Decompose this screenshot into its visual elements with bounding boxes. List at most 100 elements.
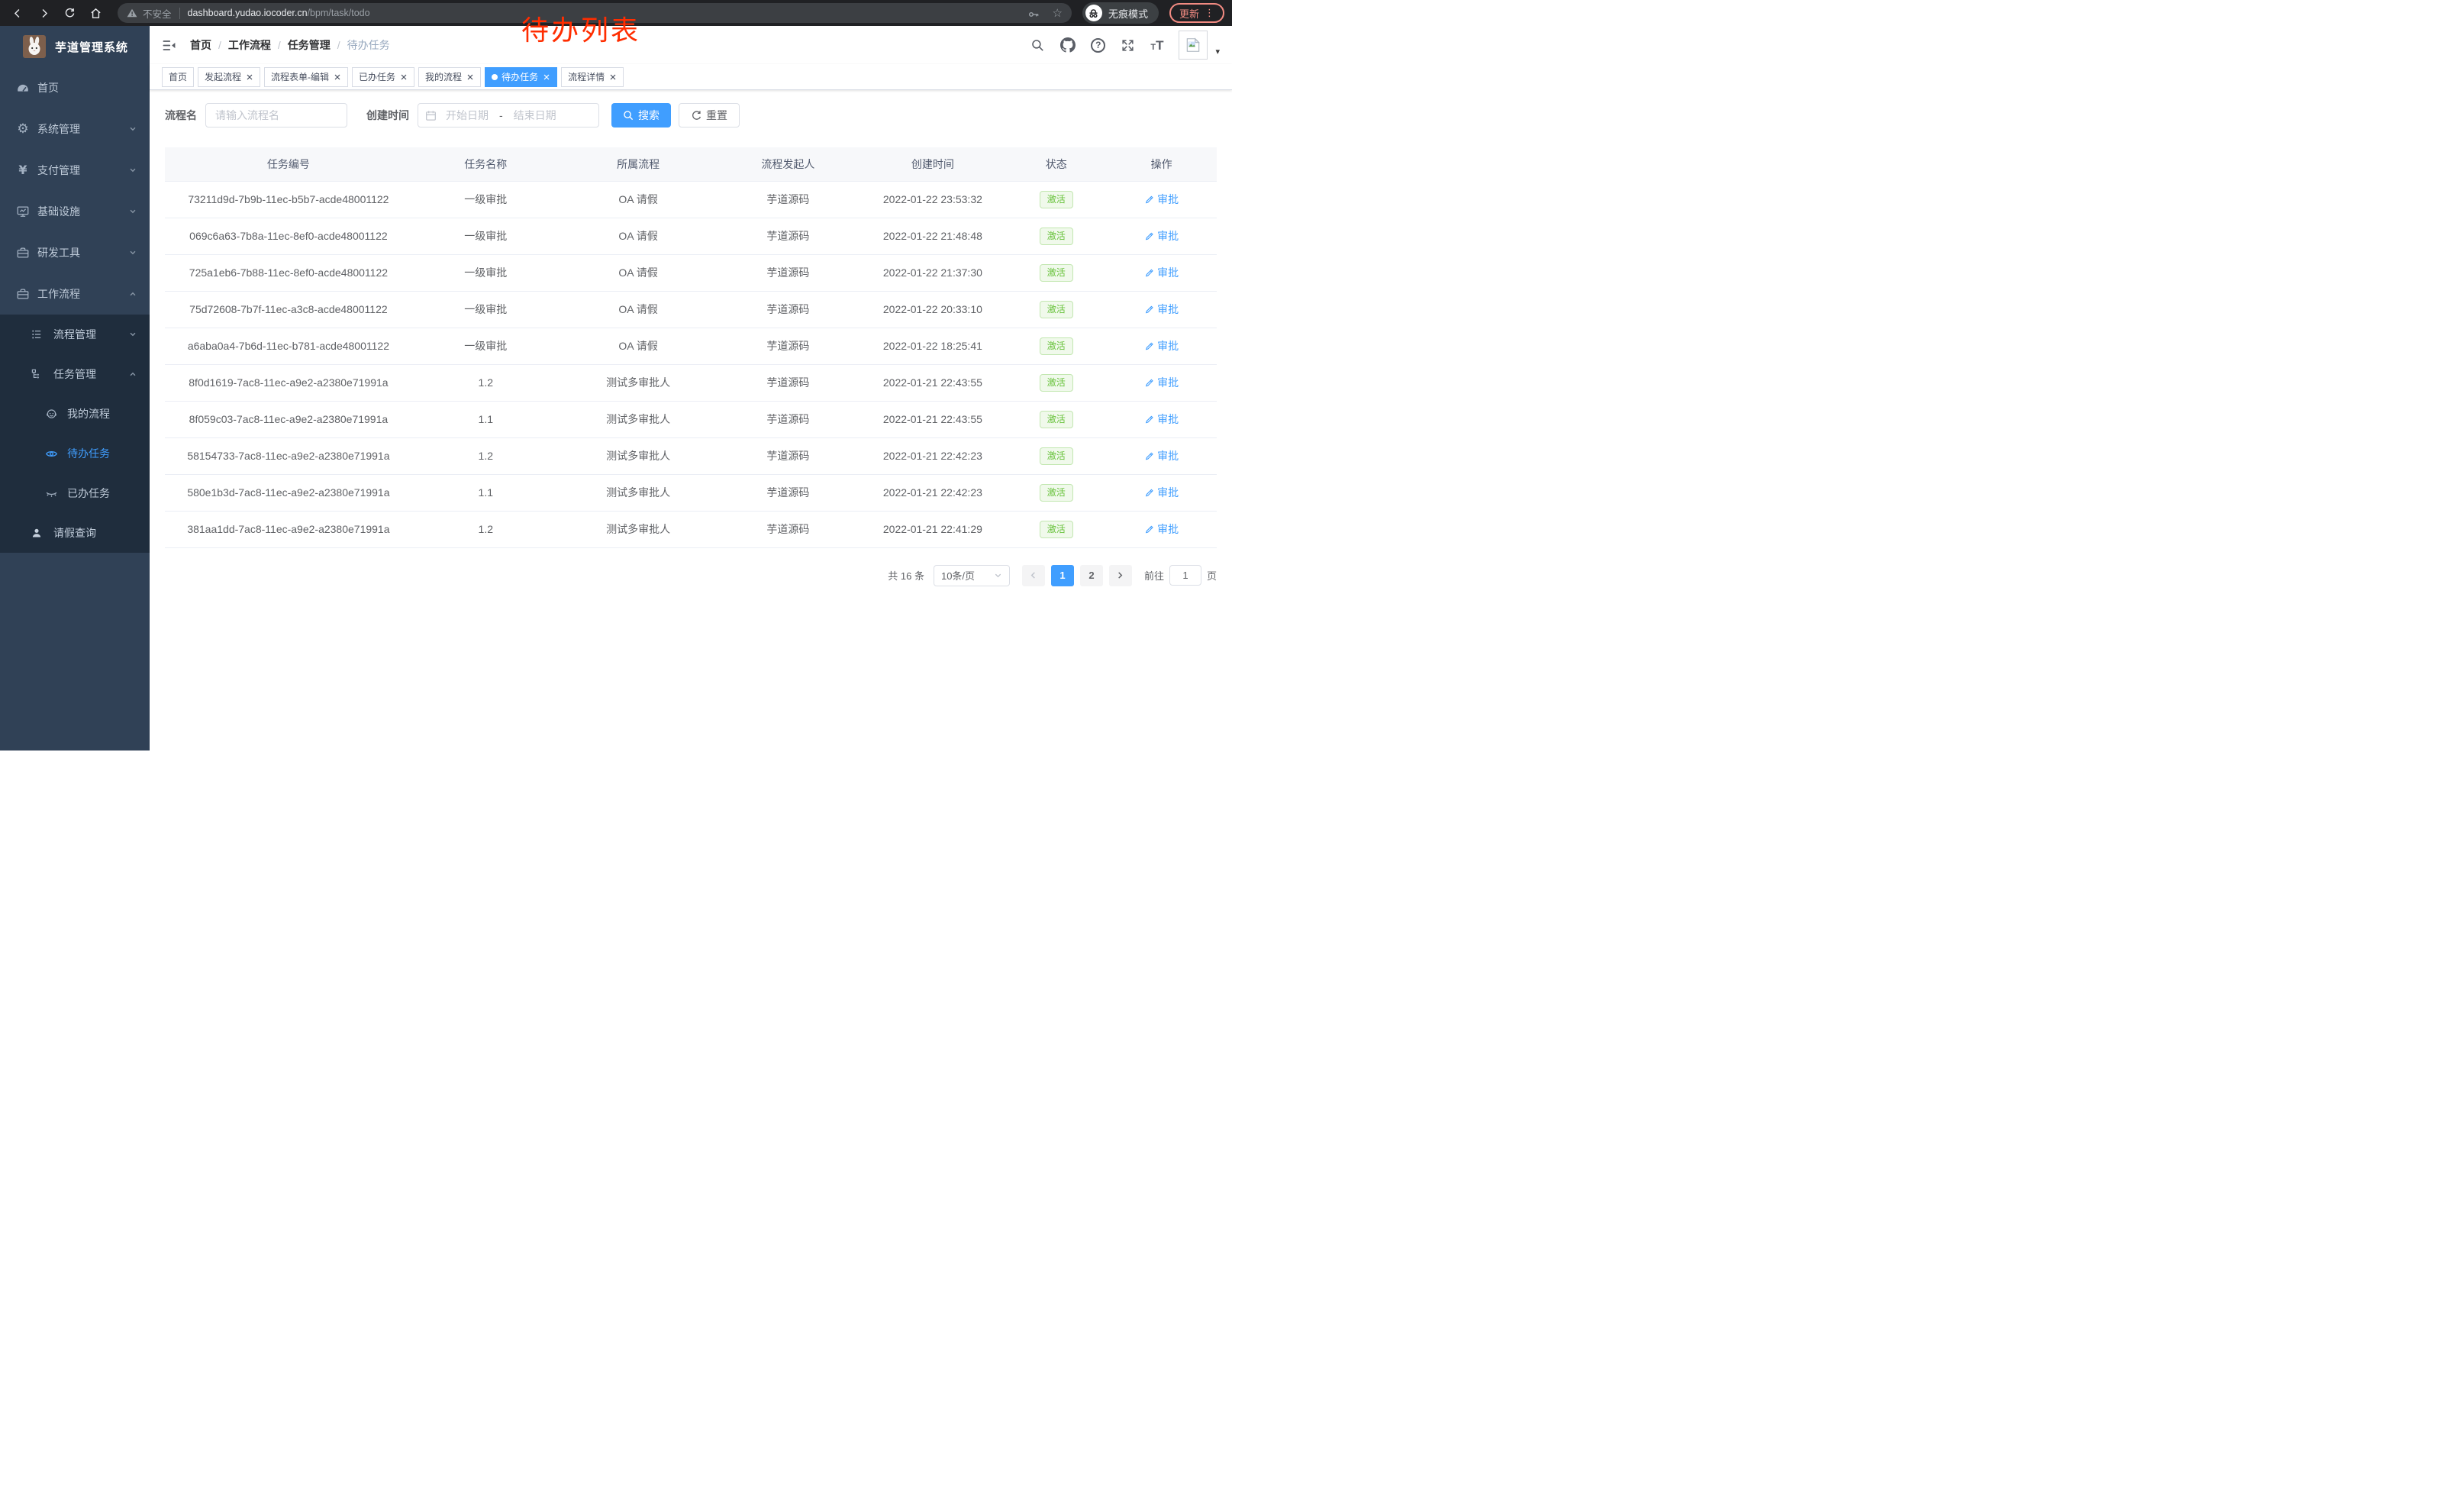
sidebar-item-done-tasks[interactable]: 已办任务 (0, 473, 150, 513)
browser-reload-button[interactable] (60, 3, 79, 23)
tab-close-icon[interactable] (466, 73, 474, 81)
workflow-submenu: 流程管理 任务管理 我的流程 (0, 315, 150, 553)
help-icon[interactable]: ? (1091, 38, 1105, 53)
tab-start-process[interactable]: 发起流程 (198, 67, 260, 87)
font-size-button[interactable]: TT (1150, 39, 1163, 52)
tab-close-icon[interactable] (609, 73, 617, 81)
sidebar-item-my-process[interactable]: 我的流程 (0, 394, 150, 434)
breadcrumb-task-mgmt[interactable]: 任务管理 (288, 37, 331, 53)
tab-close-icon[interactable] (334, 73, 341, 81)
cell-created: 2022-01-22 21:37:30 (859, 254, 1006, 291)
sidebar-item-pay[interactable]: ¥ 支付管理 (0, 150, 150, 191)
people-icon (44, 408, 59, 421)
date-range-picker[interactable]: - (418, 103, 599, 128)
sidebar-item-infra[interactable]: 基础设施 (0, 191, 150, 232)
breadcrumb-workflow[interactable]: 工作流程 (228, 37, 271, 53)
tab-close-icon[interactable] (400, 73, 408, 81)
sidebar-item-label: 待办任务 (67, 446, 137, 461)
status-badge: 激活 (1040, 301, 1073, 318)
tab-close-icon[interactable] (543, 73, 550, 81)
tab-home[interactable]: 首页 (162, 67, 194, 87)
sidebar-item-todo-tasks[interactable]: 待办任务 (0, 434, 150, 473)
cell-created: 2022-01-22 18:25:41 (859, 328, 1006, 364)
tab-my-process[interactable]: 我的流程 (418, 67, 481, 87)
search-button[interactable]: 搜索 (611, 103, 671, 128)
tab-close-icon[interactable] (246, 73, 253, 81)
browser-menu-icon[interactable]: ⋮ (1205, 8, 1214, 19)
sidebar-item-label: 流程管理 (53, 327, 128, 342)
pen-icon (1144, 305, 1154, 315)
table-row: a6aba0a4-7b6d-11ec-b781-acde48001122 一级审… (165, 328, 1217, 364)
cell-starter: 芋道源码 (717, 474, 859, 511)
avatar-caret-icon[interactable]: ▾ (1215, 47, 1220, 60)
approve-link[interactable]: 审批 (1144, 302, 1179, 317)
header-search-button[interactable] (1030, 38, 1045, 53)
approve-link[interactable]: 审批 (1144, 375, 1179, 390)
breadcrumb-home[interactable]: 首页 (190, 37, 211, 53)
process-name-input[interactable] (205, 103, 347, 128)
approve-link[interactable]: 审批 (1144, 412, 1179, 427)
sidebar-item-label: 我的流程 (67, 406, 137, 421)
next-page-button[interactable] (1109, 565, 1132, 586)
reset-button-label: 重置 (706, 108, 727, 123)
prev-page-button[interactable] (1022, 565, 1045, 586)
sidebar-item-process-mgmt[interactable]: 流程管理 (0, 315, 150, 354)
start-date-input[interactable] (437, 109, 498, 121)
sidebar-item-devtools[interactable]: 研发工具 (0, 232, 150, 273)
browser-forward-button[interactable] (34, 3, 53, 23)
sidebar-item-home[interactable]: 首页 (0, 67, 150, 108)
calendar-icon (425, 110, 437, 121)
tab-process-detail[interactable]: 流程详情 (561, 67, 624, 87)
goto-page-input[interactable] (1169, 565, 1201, 586)
cell-task-name: 1.1 (412, 401, 560, 437)
tags-bar: 首页 发起流程 流程表单-编辑 已办任务 我的流程 待办任务 流程详情 (150, 64, 1232, 90)
cell-process: OA 请假 (560, 218, 718, 254)
page-button-1[interactable]: 1 (1051, 565, 1074, 586)
bookmark-star-icon[interactable]: ☆ (1053, 6, 1063, 20)
approve-link[interactable]: 审批 (1144, 228, 1179, 244)
font-size-large-glyph: T (1156, 39, 1163, 52)
tab-form-edit[interactable]: 流程表单-编辑 (264, 67, 348, 87)
sidebar-item-system[interactable]: ⚙ 系统管理 (0, 108, 150, 150)
tab-done-tasks[interactable]: 已办任务 (352, 67, 414, 87)
cell-task-name: 1.2 (412, 364, 560, 401)
filter-bar: 流程名 创建时间 - 搜索 重置 (165, 103, 1217, 128)
approve-label: 审批 (1157, 265, 1179, 280)
status-badge: 激活 (1040, 337, 1073, 355)
chevron-down-icon (128, 207, 137, 216)
pen-icon (1144, 488, 1154, 498)
header-github-button[interactable] (1060, 37, 1076, 53)
approve-link[interactable]: 审批 (1144, 448, 1179, 463)
page-button-2[interactable]: 2 (1080, 565, 1103, 586)
password-key-icon[interactable] (1027, 7, 1040, 20)
approve-link[interactable]: 审批 (1144, 192, 1179, 207)
sidebar-item-workflow[interactable]: 工作流程 (0, 273, 150, 315)
sidebar-item-task-mgmt[interactable]: 任务管理 (0, 354, 150, 394)
avatar[interactable] (1179, 31, 1208, 60)
tab-todo-tasks[interactable]: 待办任务 (485, 67, 557, 87)
sidebar-item-leave-query[interactable]: 请假查询 (0, 513, 150, 553)
reset-button[interactable]: 重置 (679, 103, 740, 128)
url-bar[interactable]: 不安全 dashboard.yudao.iocoder.cn/bpm/task/… (118, 3, 1072, 23)
sidebar-collapse-button[interactable] (162, 38, 176, 53)
sidebar: 芋道管理系统 首页 ⚙ 系统管理 ¥ 支付管理 (0, 26, 150, 750)
approve-link[interactable]: 审批 (1144, 338, 1179, 353)
pen-icon (1144, 525, 1154, 534)
forward-icon (37, 7, 50, 20)
yen-icon: ¥ (15, 164, 31, 176)
browser-update-button[interactable]: 更新 ⋮ (1169, 3, 1224, 23)
approve-link[interactable]: 审批 (1144, 485, 1179, 500)
browser-back-button[interactable] (8, 3, 27, 23)
approve-link[interactable]: 审批 (1144, 521, 1179, 537)
process-name-label: 流程名 (165, 108, 197, 123)
url-path: /bpm/task/todo (308, 8, 370, 18)
fullscreen-button[interactable] (1121, 38, 1135, 53)
app-logo-row[interactable]: 芋道管理系统 (0, 26, 150, 67)
browser-home-button[interactable] (85, 3, 105, 23)
page-size-select[interactable]: 10条/页 (934, 565, 1010, 586)
search-icon (1030, 38, 1045, 53)
monitor-icon (15, 205, 31, 218)
end-date-input[interactable] (505, 109, 566, 121)
approve-link[interactable]: 审批 (1144, 265, 1179, 280)
cell-created: 2022-01-21 22:42:23 (859, 437, 1006, 474)
